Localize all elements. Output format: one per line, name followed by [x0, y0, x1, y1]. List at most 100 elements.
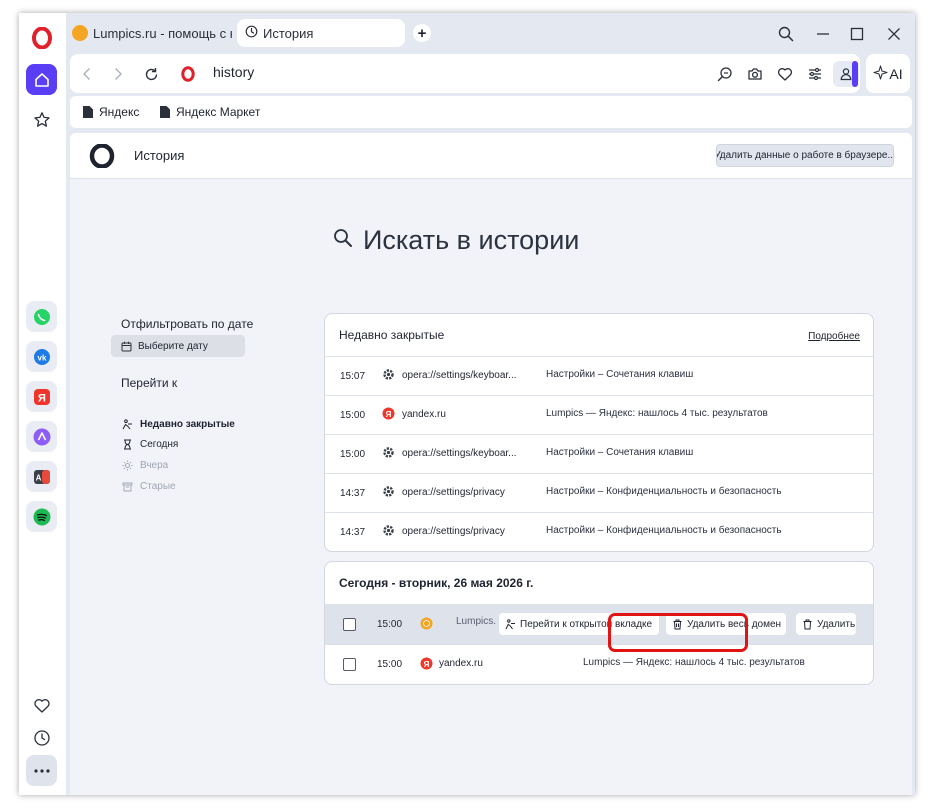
- select-date-button[interactable]: Выберите дату: [111, 335, 245, 357]
- maximize-icon[interactable]: [846, 23, 868, 45]
- calendar-icon: [121, 341, 132, 351]
- svg-text:vk: vk: [37, 353, 46, 362]
- delete-button[interactable]: Удалить: [796, 613, 856, 635]
- ai-label: AI: [889, 65, 903, 82]
- history-row[interactable]: 15:00 opera://settings/keyboar... Настро…: [325, 435, 873, 474]
- card-title: Недавно закрытые: [339, 328, 445, 342]
- recently-closed-icon: [122, 419, 132, 430]
- new-tab-plus-icon[interactable]: +: [413, 24, 431, 42]
- history-row[interactable]: 15:07 opera://settings/keyboar... Настро…: [325, 357, 873, 396]
- clear-browsing-data-button[interactable]: Удалить данные о работе в браузере...: [716, 144, 894, 167]
- svg-text:Я: Я: [424, 660, 430, 669]
- row-title: Настройки – Сочетания клавиш: [546, 447, 694, 458]
- home-icon[interactable]: [26, 64, 57, 95]
- more-options-icon[interactable]: [26, 755, 57, 786]
- history-row[interactable]: 14:37 opera://settings/privacy Настройки…: [325, 474, 873, 513]
- address-bar: history: [70, 54, 860, 93]
- bookmarks-bar: Яндекс Яндекс Маркет: [70, 96, 912, 128]
- select-date-label: Выберите дату: [138, 340, 208, 352]
- sun-icon: [122, 460, 133, 471]
- reload-icon[interactable]: [141, 64, 161, 84]
- more-link[interactable]: Подробнее: [808, 331, 860, 342]
- close-icon[interactable]: [883, 23, 905, 45]
- bookmark-heart-icon[interactable]: [775, 64, 795, 84]
- goto-recently-closed[interactable]: Недавно закрытые: [122, 419, 235, 430]
- search-tabs-icon[interactable]: [775, 23, 797, 45]
- history-row[interactable]: 15:00 Я yandex.ru Lumpics — Яндекс: нашл…: [325, 396, 873, 435]
- goto-yesterday[interactable]: Вчера: [122, 460, 168, 471]
- opera-menu-icon[interactable]: [32, 26, 52, 50]
- whatsapp-icon[interactable]: [26, 301, 57, 332]
- goto-label: Недавно закрытые: [140, 419, 235, 430]
- today-card: Сегодня - вторник, 26 мая 2026 г. 15:00 …: [324, 561, 874, 685]
- history-row-selected[interactable]: 15:00 Lumpics. Перейти к открытой вкладк…: [325, 605, 873, 645]
- row-checkbox[interactable]: [343, 618, 356, 631]
- tab-history[interactable]: История: [237, 19, 405, 47]
- row-url[interactable]: opera://settings/keyboar...: [402, 370, 517, 381]
- spotify-icon[interactable]: [26, 501, 57, 532]
- card-title: Сегодня - вторник, 26 мая 2026 г.: [339, 576, 534, 590]
- goto-today[interactable]: Сегодня: [122, 439, 178, 450]
- row-title: Lumpics — Яндекс: нашлось 4 тыс. результ…: [583, 657, 805, 668]
- history-clock-icon[interactable]: [26, 722, 57, 753]
- sparkle-icon: [873, 64, 888, 83]
- opera-logo-icon: [89, 143, 115, 173]
- yandex-icon: Я: [420, 657, 433, 673]
- sidebar-toggle-indicator[interactable]: [852, 61, 858, 87]
- yandex-icon[interactable]: Я: [26, 381, 57, 412]
- url-text[interactable]: history: [213, 64, 254, 80]
- recently-closed-card: Недавно закрытые Подробнее 15:07 opera:/…: [324, 313, 874, 552]
- easy-setup-icon[interactable]: [805, 64, 825, 84]
- search-input[interactable]: [363, 225, 723, 256]
- forward-icon[interactable]: [108, 64, 128, 84]
- row-time: 15:00: [340, 410, 366, 421]
- yandex-icon: Я: [382, 407, 395, 423]
- row-time: 15:00: [340, 449, 366, 460]
- row-time: 14:37: [340, 488, 366, 499]
- row-url[interactable]: yandex.ru: [402, 409, 446, 420]
- ai-button[interactable]: AI: [866, 54, 910, 93]
- bookmark-label: Яндекс: [99, 105, 140, 119]
- lumpics-favicon-icon: [72, 25, 88, 41]
- gear-icon: [382, 485, 395, 501]
- row-url[interactable]: yandex.ru: [439, 658, 483, 669]
- history-page: История Удалить данные о работе в браузе…: [70, 133, 912, 795]
- row-title: Настройки – Сочетания клавиш: [546, 369, 694, 380]
- gear-icon: [382, 368, 395, 384]
- row-url[interactable]: opera://settings/privacy: [402, 487, 505, 498]
- row-url[interactable]: opera://settings/keyboar...: [402, 448, 517, 459]
- row-url[interactable]: opera://settings/privacy: [402, 526, 505, 537]
- history-row[interactable]: 15:00 Я yandex.ru Lumpics — Яндекс: нашл…: [325, 645, 873, 684]
- bookmark-yandex[interactable]: Яндекс: [83, 105, 139, 119]
- heart-icon[interactable]: [26, 690, 57, 721]
- svg-text:A: A: [35, 473, 41, 482]
- delete-label: Удалить: [817, 618, 856, 630]
- row-title: Настройки – Конфиденциальность и безопас…: [546, 486, 782, 497]
- goto-label: Вчера: [140, 460, 169, 471]
- gear-icon: [382, 446, 395, 462]
- row-checkbox[interactable]: [343, 658, 356, 671]
- svg-text:Я: Я: [386, 410, 392, 419]
- bookmark-yandex-market[interactable]: Яндекс Маркет: [160, 105, 260, 119]
- goto-label: Старые: [140, 481, 176, 492]
- vk-icon[interactable]: vk: [26, 341, 57, 372]
- bookmark-label: Яндекс Маркет: [176, 105, 261, 119]
- translate-icon[interactable]: A: [26, 461, 57, 492]
- tab-label: Lumpics.ru - помощь с ко: [93, 25, 232, 41]
- archive-icon: [122, 482, 133, 492]
- snapshot-camera-icon[interactable]: [745, 64, 765, 84]
- filter-title: Отфильтровать по дате: [121, 317, 254, 331]
- search-icon: [333, 228, 353, 253]
- page-icon: [83, 106, 93, 118]
- tab-label: История: [263, 25, 314, 41]
- history-row[interactable]: 14:37 opera://settings/privacy Настройки…: [325, 513, 873, 551]
- minimize-icon[interactable]: [812, 23, 834, 45]
- goto-older[interactable]: Старые: [122, 481, 176, 492]
- alice-icon[interactable]: [26, 421, 57, 452]
- page-icon: [160, 106, 170, 118]
- zoom-icon[interactable]: [715, 64, 735, 84]
- back-icon[interactable]: [77, 64, 97, 84]
- open-tab-icon: [505, 618, 515, 629]
- tab-lumpics[interactable]: Lumpics.ru - помощь с ко: [72, 19, 232, 47]
- star-icon[interactable]: [26, 104, 57, 135]
